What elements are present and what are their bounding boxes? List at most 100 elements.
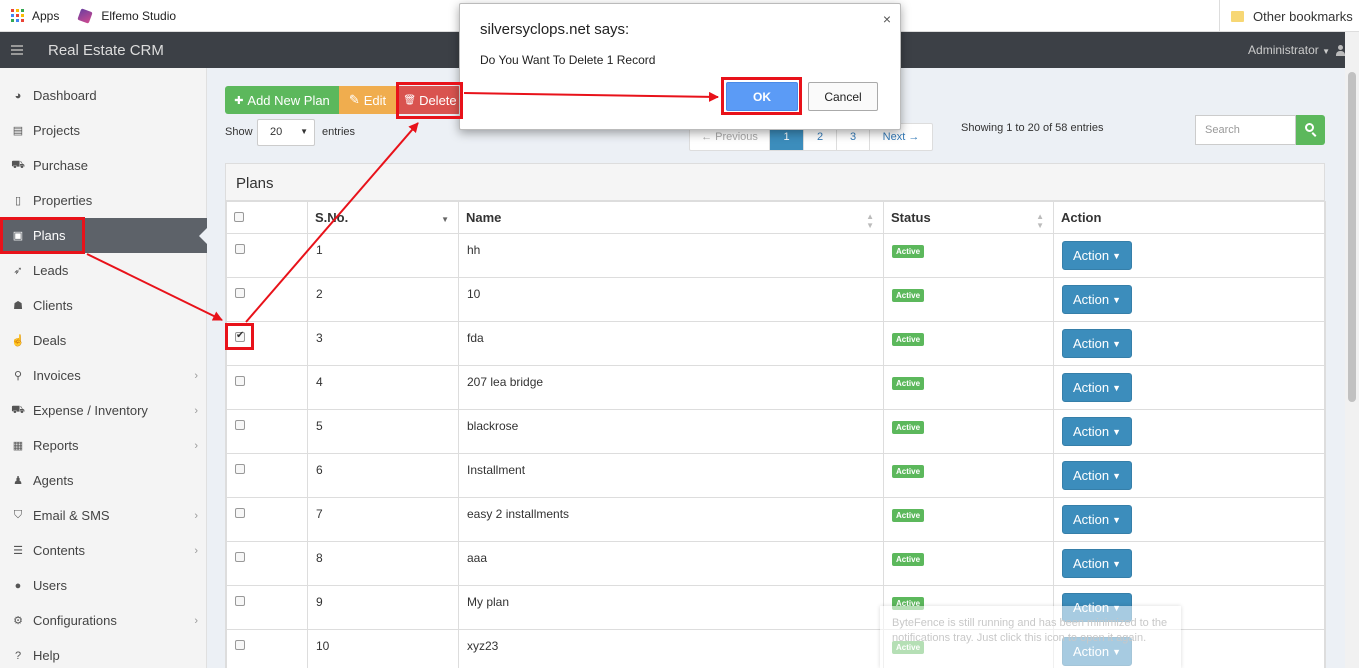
sidebar-item-properties[interactable]: ▯ Properties [0,183,207,218]
sidebar-item-leads[interactable]: ➶ Leads [0,253,207,288]
name-header[interactable]: Name ▲ ▼ [458,201,884,234]
name-header-label: Name [466,210,502,225]
table-info: Showing 1 to 20 of 58 entries [961,122,1104,134]
apps-bookmark[interactable]: Apps [0,9,59,23]
row-select-cell [226,409,308,454]
status-header[interactable]: Status ▲ ▼ [883,201,1054,234]
row-action-button[interactable]: Action▼ [1062,461,1133,490]
action-label: Action [1073,556,1110,571]
caret-down-icon: ▼ [1112,338,1122,349]
action-cell: Action▼ [1053,233,1326,278]
row-action-button[interactable]: Action▼ [1062,241,1133,270]
name-cell: easy 2 installments [458,497,884,542]
name-cell: xyz23 [458,629,884,668]
sno-cell: 9 [307,585,459,630]
sidebar-item-invoices[interactable]: ⚲ Invoices › [0,358,207,393]
table-row: 3fda Active Action▼ [226,321,1326,366]
sidebar-item-contents[interactable]: ☰ Contents › [0,533,207,568]
action-label: Action [1073,468,1110,483]
row-checkbox[interactable] [235,640,245,650]
row-action-button[interactable]: Action▼ [1062,373,1133,402]
search-input[interactable]: Search [1195,115,1296,145]
sidebar: ◕ Dashboard ▤ Projects ⛟ Purchase ▯ Properties ▣… [0,68,207,668]
sno-cell: 8 [307,541,459,586]
sidebar-item-projects[interactable]: ▤ Projects [0,113,207,148]
cancel-button[interactable]: Cancel [808,82,878,111]
user-menu[interactable]: Administrator ▼ [1248,43,1330,57]
sidebar-item-label: Purchase [33,158,88,173]
menu-toggle-icon[interactable] [11,43,23,57]
page-scrollbar[interactable] [1345,32,1359,668]
apps-label: Apps [32,8,60,23]
apps-grid-icon [11,9,24,22]
entries-per-page-select[interactable]: 20 ▼ [257,119,315,146]
action-label: Action [1073,512,1110,527]
row-checkbox[interactable] [235,596,245,606]
sidebar-item-purchase[interactable]: ⛟ Purchase [0,148,207,183]
sno-header[interactable]: S.No. ▼ [307,201,459,234]
row-action-button[interactable]: Action▼ [1062,417,1133,446]
elfemo-bookmark[interactable]: Elfemo Studio [59,7,176,24]
sidebar-item-label: Projects [33,123,80,138]
row-action-button[interactable]: Action▼ [1062,505,1133,534]
action-label: Action [1073,336,1110,351]
status-cell: Active [883,321,1054,366]
user-icon: ● [14,579,22,592]
add-new-plan-button[interactable]: ✚ Add New Plan [225,86,339,114]
checkbox-highlight-box [225,323,254,350]
table-row: 1 hh Active Action ▼ [226,233,1326,278]
status-badge: Active [892,509,925,522]
row-select-cell [226,277,308,322]
bytefence-notification[interactable]: ByteFence is still running and has been … [880,606,1181,668]
scrollbar-thumb[interactable] [1348,72,1356,402]
row-checkbox[interactable] [235,288,245,298]
sidebar-item-dashboard[interactable]: ◕ Dashboard [0,78,207,113]
status-cell: Active [883,365,1054,410]
row-action-button[interactable]: Action▼ [1062,285,1133,314]
name-cell: 10 [458,277,884,322]
row-checkbox[interactable] [235,508,245,518]
select-all-checkbox[interactable] [234,212,244,222]
search-button[interactable] [1296,115,1325,145]
sidebar-item-reports[interactable]: ▦ Reports › [0,428,207,463]
dashboard-icon: ◕ [14,89,22,102]
caret-down-icon: ▼ [1112,250,1122,261]
action-label: Action [1073,380,1110,395]
row-checkbox[interactable] [235,464,245,474]
sidebar-item-email-sms[interactable]: ⛉ Email & SMS › [0,498,207,533]
status-cell: Active [883,409,1054,454]
sidebar-item-clients[interactable]: ☗ Clients [0,288,207,323]
sidebar-item-help[interactable]: ? Help [0,638,207,668]
table-row: 5 blackrose Active Action ▼ [226,409,1326,454]
brand-title[interactable]: Real Estate CRM [48,42,164,59]
caret-down-icon: ▼ [1112,426,1122,437]
status-cell: Active [883,233,1054,278]
sort-icon: ▲ ▼ [866,212,874,230]
sidebar-item-configurations[interactable]: ⚙ Configurations › [0,603,207,638]
action-cell: Action▼ [1053,321,1326,366]
edit-button[interactable]: ✎ Edit [339,86,396,114]
row-checkbox[interactable] [235,552,245,562]
elfemo-logo-icon [77,7,94,24]
other-bookmarks[interactable]: Other bookmarks [1219,0,1353,32]
help-icon: ? [14,649,22,662]
row-select-cell [226,453,308,498]
other-bookmarks-label: Other bookmarks [1253,8,1353,24]
sidebar-item-expense-inventory[interactable]: ⛟ Expense / Inventory › [0,393,207,428]
sort-desc-icon: ▼ [441,215,449,224]
row-checkbox[interactable] [235,376,245,386]
sidebar-item-deals[interactable]: ☝ Deals [0,323,207,358]
action-cell: Action▼ [1053,409,1326,454]
close-icon[interactable]: × [883,11,891,27]
sidebar-item-agents[interactable]: ♟ Agents [0,463,207,498]
chevron-right-icon: › [194,404,198,417]
row-action-button[interactable]: Action▼ [1062,329,1133,358]
ok-highlight-box [721,77,802,115]
sidebar-item-label: Invoices [33,368,81,383]
row-action-button[interactable]: Action▼ [1062,549,1133,578]
action-cell: Action▼ [1053,277,1326,322]
row-checkbox[interactable] [235,244,245,254]
row-checkbox[interactable] [235,420,245,430]
sno-cell: 7 [307,497,459,542]
sidebar-item-users[interactable]: ● Users [0,568,207,603]
